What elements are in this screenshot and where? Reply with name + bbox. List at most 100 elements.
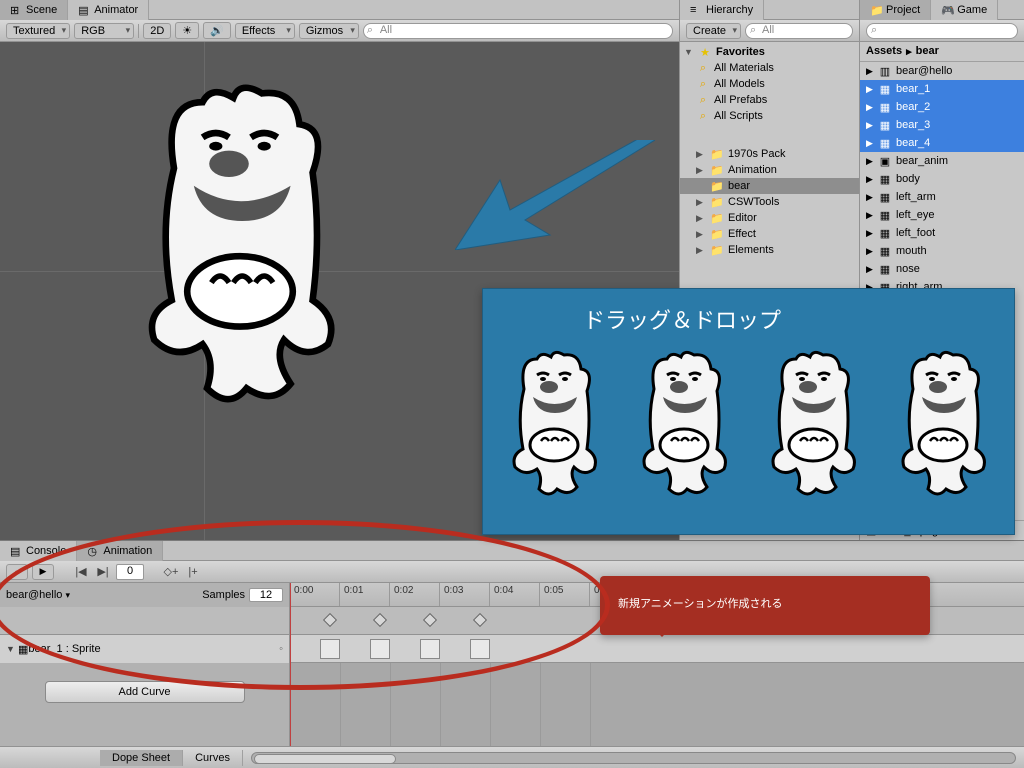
breadcrumb-assets[interactable]: Assets bbox=[866, 45, 902, 58]
folder-icon: 📁 bbox=[710, 163, 724, 177]
bear-thumb bbox=[888, 349, 998, 502]
fav-all-materials[interactable]: ⌕All Materials bbox=[680, 60, 859, 76]
expand-icon[interactable]: ▶ bbox=[866, 228, 874, 239]
bear-sprite-in-scene[interactable] bbox=[119, 80, 361, 417]
asset-item-left_foot[interactable]: ▶▦left_foot bbox=[860, 224, 1024, 242]
tab-console[interactable]: ▤Console bbox=[0, 541, 77, 561]
folder-bear[interactable]: 📁bear bbox=[680, 178, 859, 194]
dope-sheet-tab[interactable]: Dope Sheet bbox=[100, 750, 183, 766]
asset-item-nose[interactable]: ▶▦nose bbox=[860, 260, 1024, 278]
asset-item-bear_1[interactable]: ▶▦bear_1 bbox=[860, 80, 1024, 98]
asset-type-icon: ▦ bbox=[878, 118, 892, 132]
asset-item-bear_3[interactable]: ▶ ▦ bear_3 bbox=[860, 116, 1024, 134]
asset-item-body[interactable]: ▶▦body bbox=[860, 170, 1024, 188]
keyframe[interactable] bbox=[473, 613, 487, 627]
sprite-key-thumb[interactable] bbox=[420, 639, 440, 659]
next-frame-button[interactable]: ▶| bbox=[94, 564, 112, 580]
project-search[interactable]: ⌕ bbox=[866, 23, 1018, 39]
scene-search-placeholder: All bbox=[380, 24, 392, 36]
light-toggle[interactable]: ☀ bbox=[175, 22, 199, 39]
sprite-key-thumb[interactable] bbox=[320, 639, 340, 659]
sprite-track[interactable]: ▼ ▦ bear_1 : Sprite ◦ bbox=[0, 635, 289, 663]
clip-dropdown[interactable]: bear@hello ▾ bbox=[6, 589, 70, 601]
frame-field[interactable]: 0 bbox=[116, 564, 144, 580]
playhead[interactable] bbox=[290, 583, 291, 746]
tab-animation[interactable]: ◷Animation bbox=[77, 541, 163, 561]
breadcrumb-bear[interactable]: bear bbox=[916, 45, 939, 58]
folder-editor[interactable]: ▶📁Editor bbox=[680, 210, 859, 226]
fav-all-models[interactable]: ⌕All Models bbox=[680, 76, 859, 92]
gizmos-dropdown[interactable]: Gizmos bbox=[299, 23, 359, 39]
track-menu-icon[interactable]: ◦ bbox=[279, 643, 283, 655]
asset-item-bear@hello[interactable]: ▶▥bear@hello bbox=[860, 62, 1024, 80]
keyframe[interactable] bbox=[423, 613, 437, 627]
folder-effect[interactable]: ▶📁Effect bbox=[680, 226, 859, 242]
tab-animator[interactable]: ▤Animator bbox=[68, 0, 149, 20]
expand-icon[interactable]: ▶ bbox=[866, 102, 874, 113]
add-curve-button[interactable]: Add Curve bbox=[45, 681, 245, 703]
expand-icon[interactable]: ▶ bbox=[866, 138, 874, 149]
expand-icon[interactable]: ▶ bbox=[866, 246, 874, 257]
expand-icon[interactable]: ▼ bbox=[6, 644, 18, 654]
expand-icon[interactable]: ▶ bbox=[866, 264, 874, 275]
animation-footer: Dope Sheet Curves bbox=[0, 746, 1024, 768]
asset-item-mouth[interactable]: ▶▦mouth bbox=[860, 242, 1024, 260]
asset-item-bear_4[interactable]: ▶▦bear_4 bbox=[860, 134, 1024, 152]
expand-icon[interactable]: ▶ bbox=[866, 120, 874, 131]
asset-item-left_arm[interactable]: ▶▦left_arm bbox=[860, 188, 1024, 206]
hierarchy-search-placeholder: All bbox=[762, 24, 774, 36]
expand-icon[interactable]: ▶ bbox=[866, 192, 874, 203]
add-event-button[interactable]: |+ bbox=[184, 564, 202, 580]
asset-item-left_eye[interactable]: ▶▦left_eye bbox=[860, 206, 1024, 224]
expand-icon[interactable]: ▶ bbox=[866, 156, 874, 167]
create-dropdown[interactable]: Create bbox=[686, 23, 741, 39]
annotation-new-anim: 新規アニメーションが作成される bbox=[600, 576, 930, 635]
folder-elements[interactable]: ▶📁Elements bbox=[680, 242, 859, 258]
tab-project[interactable]: 📁Project bbox=[860, 0, 931, 20]
asset-item-bear_2[interactable]: ▶▦bear_2 bbox=[860, 98, 1024, 116]
fav-all-prefabs[interactable]: ⌕All Prefabs bbox=[680, 92, 859, 108]
sprite-key-thumb[interactable] bbox=[470, 639, 490, 659]
timeline-scrollbar[interactable] bbox=[251, 752, 1016, 764]
asset-label: bear_3 bbox=[896, 119, 930, 131]
asset-type-icon: ▦ bbox=[878, 208, 892, 222]
rgb-dropdown[interactable]: RGB bbox=[74, 23, 134, 39]
asset-label: bear_anim bbox=[896, 155, 948, 167]
folder-label: Elements bbox=[728, 244, 774, 256]
expand-icon[interactable]: ▶ bbox=[866, 66, 874, 77]
tab-game[interactable]: 🎮Game bbox=[931, 0, 998, 20]
asset-item-bear_anim[interactable]: ▶▣bear_anim bbox=[860, 152, 1024, 170]
prev-frame-button[interactable]: |◀ bbox=[72, 564, 90, 580]
keyframe[interactable] bbox=[373, 613, 387, 627]
add-keyframe-button[interactable]: ◇+ bbox=[162, 564, 180, 580]
tab-hierarchy[interactable]: ≡Hierarchy bbox=[680, 0, 764, 20]
folder-1970s[interactable]: ▶📁1970s Pack bbox=[680, 146, 859, 162]
effects-dropdown[interactable]: Effects bbox=[235, 23, 295, 39]
asset-label: bear_4 bbox=[896, 137, 930, 149]
folder-cswtools[interactable]: ▶📁CSWTools bbox=[680, 194, 859, 210]
toolbar-separator bbox=[138, 24, 139, 38]
samples-field[interactable]: 12 bbox=[249, 588, 283, 602]
folder-icon: 📁 bbox=[710, 195, 724, 209]
play-button[interactable]: ▶ bbox=[32, 564, 54, 580]
record-button[interactable]: ● bbox=[6, 564, 28, 580]
sprite-key-thumb[interactable] bbox=[370, 639, 390, 659]
asset-label: left_arm bbox=[896, 191, 936, 203]
keyframe[interactable] bbox=[323, 613, 337, 627]
tab-game-label: Game bbox=[957, 4, 987, 16]
shading-dropdown[interactable]: Textured bbox=[6, 23, 70, 39]
scene-search[interactable]: All bbox=[363, 23, 673, 39]
expand-icon[interactable]: ▶ bbox=[866, 210, 874, 221]
fav-all-scripts[interactable]: ⌕All Scripts bbox=[680, 108, 859, 124]
curves-tab[interactable]: Curves bbox=[183, 750, 243, 766]
folder-animation[interactable]: ▶📁Animation bbox=[680, 162, 859, 178]
expand-icon[interactable]: ▶ bbox=[866, 84, 874, 95]
hierarchy-search[interactable]: ⌕All bbox=[745, 23, 853, 39]
tab-scene[interactable]: ⊞Scene bbox=[0, 0, 68, 20]
expand-icon[interactable]: ▶ bbox=[866, 174, 874, 185]
audio-toggle[interactable]: 🔊 bbox=[203, 22, 231, 39]
favorites-header[interactable]: ▼★Favorites bbox=[680, 44, 859, 60]
2d-toggle[interactable]: 2D bbox=[143, 23, 171, 39]
annotation-drag-drop: ドラッグ＆ドロップ bbox=[482, 288, 1015, 535]
project-breadcrumb[interactable]: Assets ▸ bear bbox=[860, 42, 1024, 62]
